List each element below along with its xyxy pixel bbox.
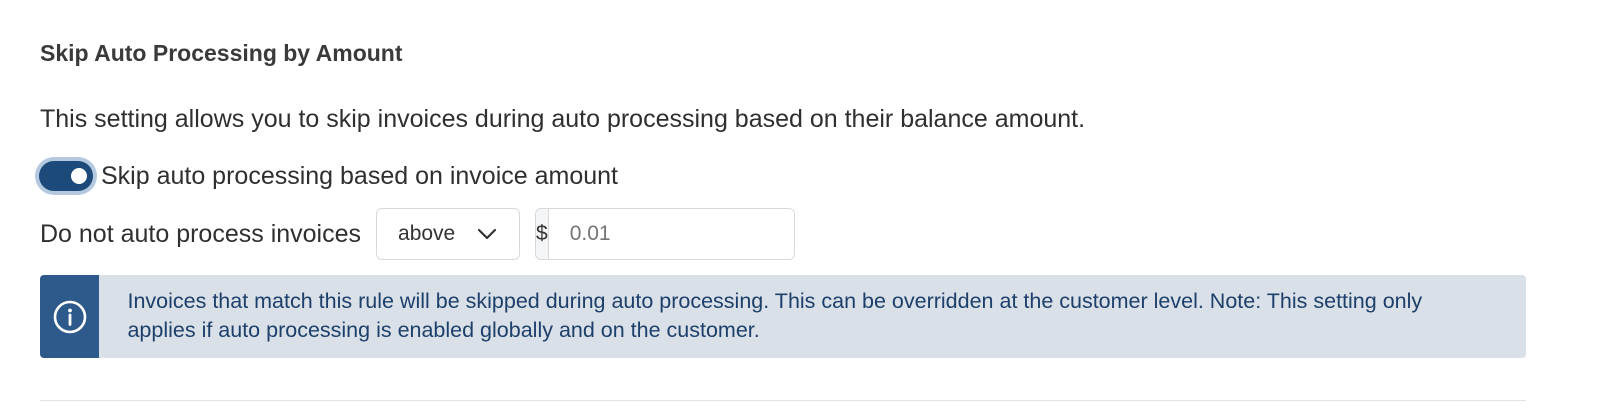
currency-symbol: $ (536, 209, 549, 259)
amount-rule-label: Do not auto process invoices (40, 219, 362, 248)
info-icon-bar (40, 275, 100, 358)
amount-rule-row: Do not auto process invoices above $ (40, 206, 796, 262)
info-circle-icon (53, 300, 87, 333)
toggle-knob (71, 168, 87, 184)
info-callout: Invoices that match this rule will be sk… (40, 275, 1526, 358)
skip-toggle-row: Skip auto processing based on invoice am… (35, 158, 618, 194)
skip-auto-processing-toggle[interactable] (39, 161, 93, 191)
comparator-value: above (398, 222, 456, 245)
comparator-select[interactable]: above (376, 208, 521, 260)
section-title: Skip Auto Processing by Amount (40, 40, 403, 66)
amount-input-group: $ (535, 208, 796, 260)
amount-input[interactable] (548, 209, 795, 259)
info-text: Invoices that match this rule will be sk… (127, 289, 1423, 342)
toggle-label[interactable]: Skip auto processing based on invoice am… (101, 162, 618, 191)
chevron-down-icon (477, 228, 497, 240)
section-divider (40, 400, 1526, 401)
section-description: This setting allows you to skip invoices… (40, 105, 1086, 133)
